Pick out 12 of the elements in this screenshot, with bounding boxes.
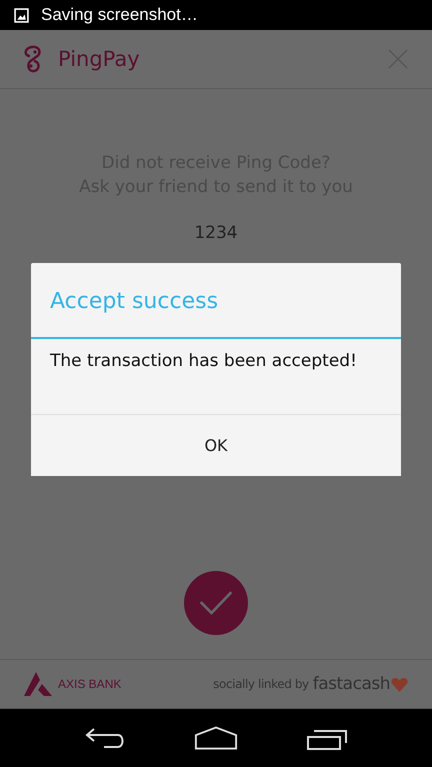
- ping-code: 1234: [194, 223, 238, 243]
- picture-icon: [14, 8, 29, 22]
- check-icon: [198, 589, 234, 617]
- heart-icon: [391, 676, 408, 692]
- dialog-title: Accept success: [31, 263, 401, 339]
- app-title: PingPay: [58, 47, 141, 71]
- bank-logo-icon: [24, 672, 52, 696]
- notification-text: Saving screenshot…: [41, 5, 198, 25]
- home-icon[interactable]: [194, 725, 238, 751]
- tagline-text: socially linked by: [213, 677, 309, 691]
- bank-name: AXIS BANK: [58, 677, 122, 691]
- brand-name: fastacash: [312, 674, 390, 694]
